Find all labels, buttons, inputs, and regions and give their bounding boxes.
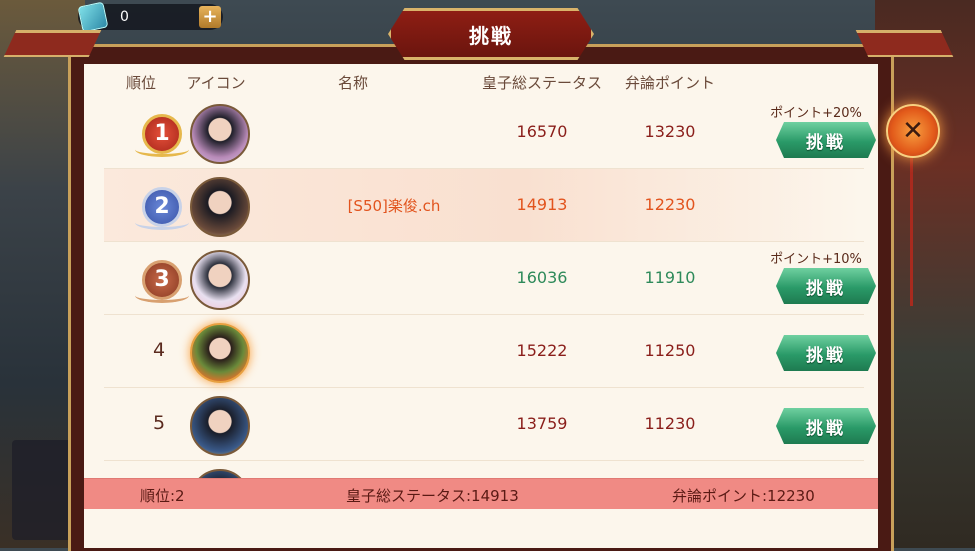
status-value: 16570 <box>516 122 568 141</box>
player-avatar[interactable] <box>190 396 250 456</box>
header-rank: 順位 <box>125 74 157 92</box>
table-row-partial <box>104 461 864 478</box>
player-avatar[interactable] <box>190 323 250 383</box>
frame-ornament-left <box>3 30 102 57</box>
rank-medal-gold: 1 <box>135 114 189 157</box>
header-name: 名称 <box>337 74 369 92</box>
points-value: 12230 <box>644 195 696 214</box>
laurel-icon <box>135 215 189 230</box>
footer-rank: 順位:2 <box>140 487 185 505</box>
points-value: 11250 <box>644 341 696 360</box>
table-row: 3 16036 11910 ポイント+10% 挑戦 <box>104 242 876 315</box>
rank-medal-silver: 2 <box>135 187 189 230</box>
close-button[interactable]: ✕ <box>886 104 940 158</box>
rank-number: 4 <box>152 339 166 361</box>
gem-icon <box>77 1 109 33</box>
player-avatar[interactable] <box>190 104 250 164</box>
challenge-button[interactable]: 挑戦 <box>776 268 876 304</box>
table-row: 4 15222 11250 挑戦 <box>104 315 876 388</box>
bonus-label: ポイント+20% <box>770 106 862 121</box>
add-currency-button[interactable]: + <box>199 6 221 28</box>
bonus-label: ポイント+10% <box>770 252 862 267</box>
player-avatar[interactable] <box>190 250 250 310</box>
status-value: 14913 <box>516 195 568 214</box>
points-value: 11910 <box>644 268 696 287</box>
rank-number: 5 <box>152 412 166 434</box>
lantern-tassel <box>910 156 913 306</box>
status-value: 15222 <box>516 341 568 360</box>
table-row: 5 13759 11230 挑戦 <box>104 388 876 461</box>
table-row: 1 16570 13230 ポイント+20% 挑戦 <box>104 96 876 169</box>
table-row-self: 2 [S50]楽俊.ch 14913 12230 <box>104 169 864 242</box>
player-avatar[interactable] <box>190 469 250 478</box>
my-rank-footer: 順位:2 皇子総ステータス:14913 弁論ポイント:12230 <box>84 478 878 509</box>
player-name: [S50]楽俊.ch <box>347 197 441 215</box>
rank-medal-bronze: 3 <box>135 260 189 303</box>
header-points: 弁論ポイント <box>624 74 716 92</box>
close-icon: ✕ <box>902 116 924 146</box>
currency-amount: 0 <box>120 9 129 25</box>
status-value: 13759 <box>516 414 568 433</box>
laurel-icon <box>135 142 189 157</box>
player-avatar[interactable] <box>190 177 250 237</box>
laurel-icon <box>135 288 189 303</box>
points-value: 13230 <box>644 122 696 141</box>
challenge-button[interactable]: 挑戦 <box>776 335 876 371</box>
dialog-title: 挑戦 <box>469 23 513 48</box>
footer-points: 弁論ポイント:12230 <box>672 487 815 505</box>
challenge-button[interactable]: 挑戦 <box>776 122 876 158</box>
points-value: 11230 <box>644 414 696 433</box>
footer-status: 皇子総ステータス:14913 <box>346 487 519 505</box>
header-status: 皇子総ステータス <box>481 74 603 92</box>
ranking-list: 1 16570 13230 ポイント+20% 挑戦 2 [S50]楽俊.ch 1… <box>84 96 878 478</box>
header-icon: アイコン <box>186 74 246 92</box>
currency-bar: 0 + <box>77 1 223 33</box>
title-banner: 挑戦 <box>388 8 594 60</box>
status-value: 16036 <box>516 268 568 287</box>
table-header: 順位 アイコン 名称 皇子総ステータス 弁論ポイント <box>84 66 878 96</box>
frame-ornament-right <box>855 30 954 57</box>
challenge-button[interactable]: 挑戦 <box>776 408 876 444</box>
